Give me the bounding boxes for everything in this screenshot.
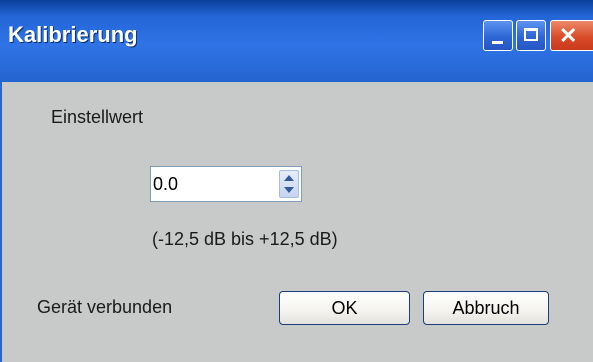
maximize-icon: [524, 28, 538, 41]
minimize-button[interactable]: [483, 20, 513, 51]
setting-label: Einstellwert: [51, 107, 144, 127]
ok-button[interactable]: OK: [279, 291, 410, 325]
value-input[interactable]: [151, 167, 275, 201]
range-hint: (-12,5 dB bis +12,5 dB): [152, 229, 338, 249]
spin-up-icon[interactable]: [284, 175, 294, 181]
value-spinner[interactable]: [150, 166, 302, 202]
spinner-buttons[interactable]: [279, 170, 299, 198]
spin-down-icon[interactable]: [284, 187, 294, 193]
connection-status: Gerät verbunden: [37, 297, 173, 317]
close-icon: ✕: [559, 23, 578, 48]
dialog-window: Kalibrierung ✕ Einstellwert (-12,5 dB bi…: [0, 0, 593, 362]
maximize-button[interactable]: [516, 20, 546, 51]
cancel-button[interactable]: Abbruch: [423, 291, 549, 325]
title-bar[interactable]: Kalibrierung ✕: [0, 0, 593, 82]
window-title: Kalibrierung: [8, 22, 138, 47]
close-button[interactable]: ✕: [550, 20, 593, 51]
minimize-icon: [492, 41, 503, 44]
